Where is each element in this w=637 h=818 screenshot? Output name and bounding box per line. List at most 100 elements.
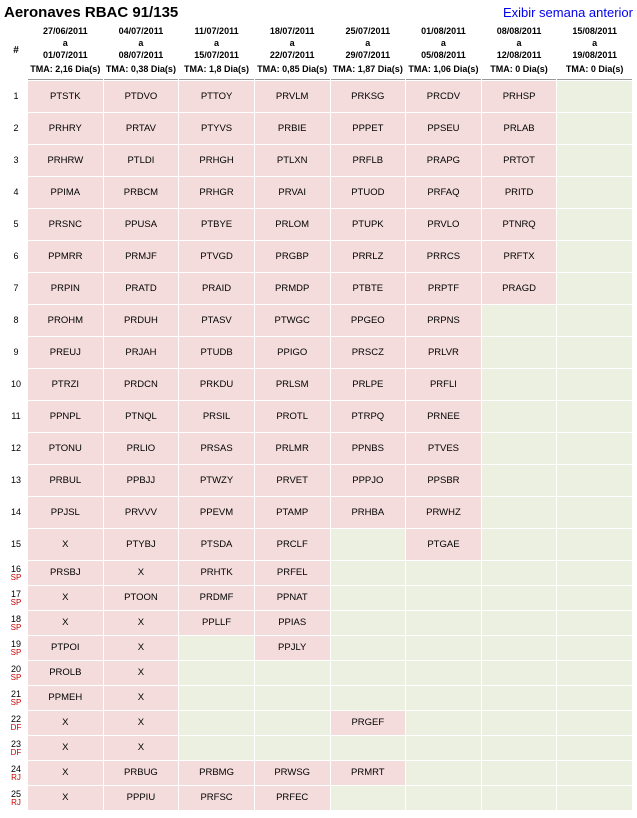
- aircraft-cell: PRSCZ: [331, 337, 406, 368]
- aircraft-cell: PTASV: [179, 305, 254, 336]
- aircraft-cell: [557, 497, 632, 528]
- aircraft-cell: PTNRQ: [482, 209, 557, 240]
- aircraft-cell: [557, 369, 632, 400]
- aircraft-cell: PRDMF: [179, 586, 254, 610]
- table-row: 11PPNPLPTNQLPRSILPROTLPTRPQPRNEE: [5, 401, 632, 432]
- aircraft-cell: [255, 736, 330, 760]
- aircraft-cell: [255, 686, 330, 710]
- aircraft-cell: [482, 586, 557, 610]
- aircraft-cell: PROLB: [28, 661, 103, 685]
- table-row: 20SPPROLBX: [5, 661, 632, 685]
- aircraft-cell: PTSDA: [179, 529, 254, 560]
- aircraft-cell: [557, 273, 632, 304]
- row-region: SP: [7, 574, 25, 582]
- aircraft-cell: [557, 305, 632, 336]
- row-region: SP: [7, 649, 25, 657]
- aircraft-cell: PPJSL: [28, 497, 103, 528]
- week-tma: TMA: 2,16 Dia(s): [30, 63, 101, 75]
- aircraft-cell: PRMDP: [255, 273, 330, 304]
- aircraft-cell: [406, 736, 481, 760]
- aircraft-cell: PTYBJ: [104, 529, 179, 560]
- table-row: 7PRPINPRATDPRAIDPRMDPPTBTEPRPTFPRAGD: [5, 273, 632, 304]
- aircraft-cell: [482, 433, 557, 464]
- week-to: 29/07/2011: [346, 50, 391, 60]
- row-region: SP: [7, 674, 25, 682]
- aircraft-cell: [557, 636, 632, 660]
- aircraft-cell: X: [104, 661, 179, 685]
- aircraft-cell: PRSNC: [28, 209, 103, 240]
- aircraft-cell: PRWHZ: [406, 497, 481, 528]
- aircraft-cell: PTBYE: [179, 209, 254, 240]
- row-region: SP: [7, 624, 25, 632]
- aircraft-cell: [557, 761, 632, 785]
- aircraft-cell: PTDVO: [104, 81, 179, 112]
- row-number: 25RJ: [5, 786, 27, 810]
- aircraft-cell: PPIGO: [255, 337, 330, 368]
- aircraft-cell: [406, 561, 481, 585]
- aircraft-cell: PRMJF: [104, 241, 179, 272]
- week-tma: TMA: 0 Dia(s): [484, 63, 555, 75]
- aircraft-cell: PRDCN: [104, 369, 179, 400]
- week-tma: TMA: 0,38 Dia(s): [106, 63, 177, 75]
- aircraft-cell: PPNPL: [28, 401, 103, 432]
- aircraft-cell: [482, 369, 557, 400]
- aircraft-cell: PRHGH: [179, 145, 254, 176]
- table-row: 23DFXX: [5, 736, 632, 760]
- aircraft-cell: [179, 736, 254, 760]
- aircraft-cell: PRBCM: [104, 177, 179, 208]
- row-number: 15: [5, 529, 27, 560]
- aircraft-cell: [331, 736, 406, 760]
- aircraft-cell: PTGAE: [406, 529, 481, 560]
- row-number: 9: [5, 337, 27, 368]
- aircraft-cell: [482, 686, 557, 710]
- table-row: 10PTRZIPRDCNPRKDUPRLSMPRLPEPRFLI: [5, 369, 632, 400]
- aircraft-cell: PRPIN: [28, 273, 103, 304]
- aircraft-cell: PRMRT: [331, 761, 406, 785]
- week-tma: TMA: 0 Dia(s): [559, 63, 630, 75]
- aircraft-cell: PRFAQ: [406, 177, 481, 208]
- aircraft-cell: PRSAS: [179, 433, 254, 464]
- aircraft-cell: PRSBJ: [28, 561, 103, 585]
- aircraft-cell: PTTOY: [179, 81, 254, 112]
- aircraft-cell: PRKSG: [331, 81, 406, 112]
- week-a: a: [441, 38, 446, 48]
- aircraft-cell: [557, 241, 632, 272]
- previous-week-link[interactable]: Exibir semana anterior: [503, 5, 633, 20]
- aircraft-cell: X: [28, 611, 103, 635]
- aircraft-cell: PPSEU: [406, 113, 481, 144]
- week-header-0: 27/06/2011a01/07/2011TMA: 2,16 Dia(s): [28, 22, 103, 80]
- aircraft-cell: PRHBA: [331, 497, 406, 528]
- aircraft-cell: [557, 561, 632, 585]
- aircraft-cell: [406, 761, 481, 785]
- week-from: 27/06/2011: [43, 26, 88, 36]
- aircraft-cell: PTWGC: [255, 305, 330, 336]
- row-region: RJ: [7, 799, 25, 807]
- row-number: 6: [5, 241, 27, 272]
- aircraft-cell: PPPJO: [331, 465, 406, 496]
- week-header-3: 18/07/2011a22/07/2011TMA: 0,85 Dia(s): [255, 22, 330, 80]
- row-number: 23DF: [5, 736, 27, 760]
- week-from: 25/07/2011: [346, 26, 391, 36]
- aircraft-cell: PRFEC: [255, 786, 330, 810]
- row-number: 12: [5, 433, 27, 464]
- week-to: 15/07/2011: [194, 50, 239, 60]
- aircraft-cell: [557, 81, 632, 112]
- aircraft-cell: PTLXN: [255, 145, 330, 176]
- week-tma: TMA: 1,8 Dia(s): [181, 63, 252, 75]
- aircraft-cell: PRLIO: [104, 433, 179, 464]
- week-tma: TMA: 1,87 Dia(s): [333, 63, 404, 75]
- row-number: 19SP: [5, 636, 27, 660]
- aircraft-cell: X: [28, 586, 103, 610]
- aircraft-cell: [406, 786, 481, 810]
- aircraft-cell: PRFEL: [255, 561, 330, 585]
- week-to: 05/08/2011: [421, 50, 466, 60]
- aircraft-cell: PTVGD: [179, 241, 254, 272]
- aircraft-cell: PTVES: [406, 433, 481, 464]
- week-from: 04/07/2011: [119, 26, 164, 36]
- aircraft-cell: PTNQL: [104, 401, 179, 432]
- aircraft-cell: PPUSA: [104, 209, 179, 240]
- aircraft-cell: PTUDB: [179, 337, 254, 368]
- aircraft-cell: X: [28, 529, 103, 560]
- page-title: Aeronaves RBAC 91/135: [4, 4, 178, 21]
- aircraft-cell: PTOON: [104, 586, 179, 610]
